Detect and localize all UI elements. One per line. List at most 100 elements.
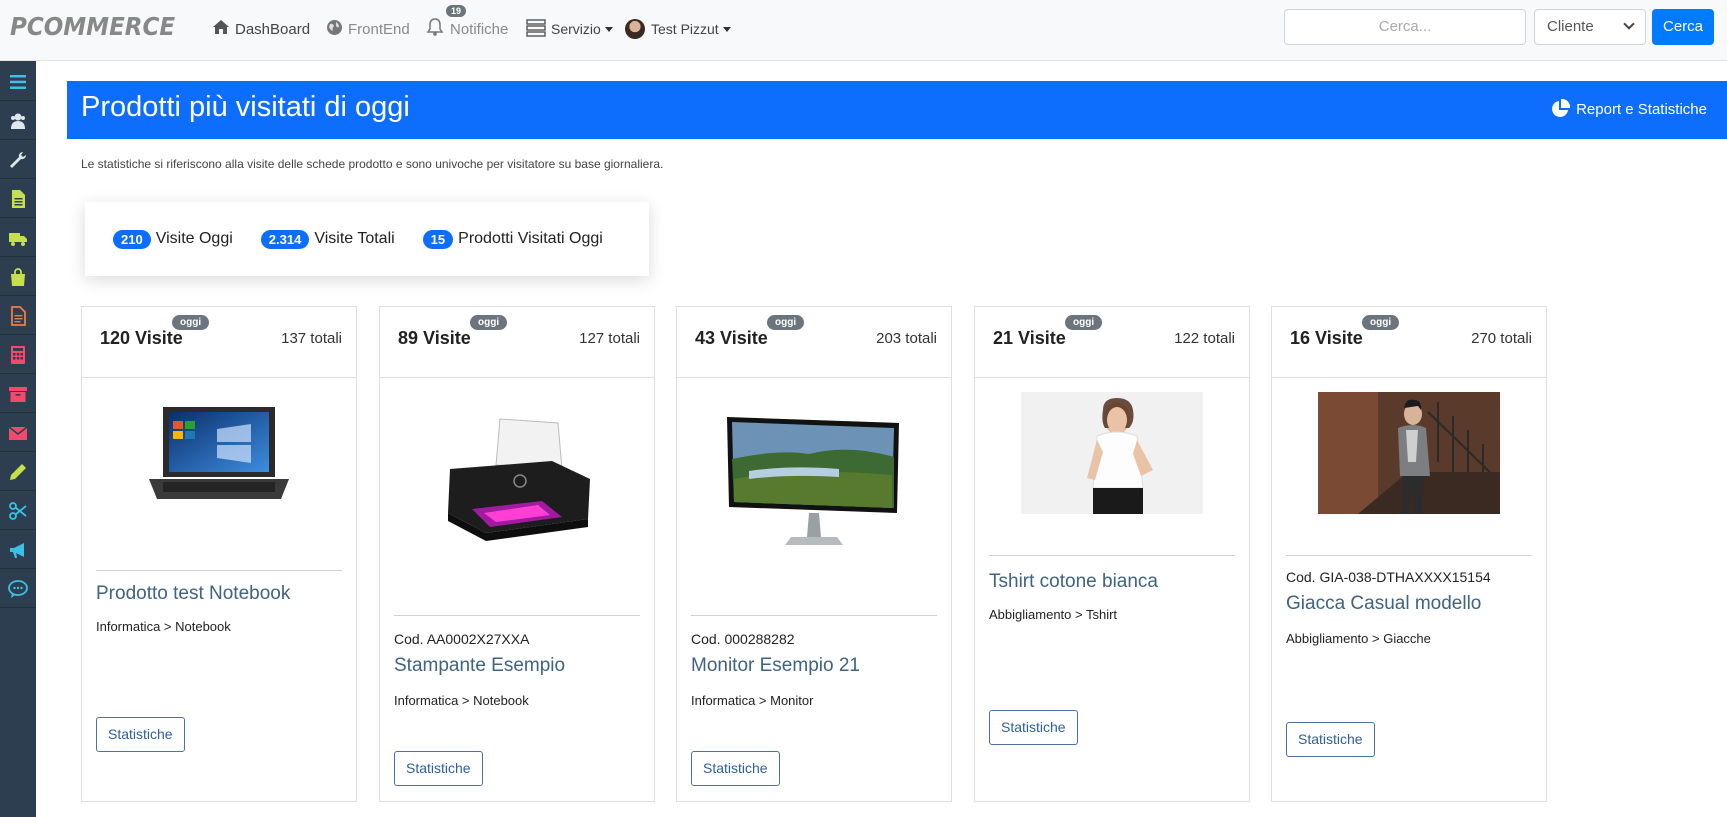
sidebar-item-menu[interactable] [0,63,36,101]
nav-servizio-dropdown[interactable]: Servizio [526,16,613,42]
search-type-value: Cliente [1547,18,1594,35]
product-name-link[interactable]: Prodotto test Notebook [96,583,290,605]
sidebar-item-pencil[interactable] [0,453,36,491]
product-name-link[interactable]: Stampante Esempio [394,655,565,677]
brand-logo[interactable]: PCOMMERCE [10,12,175,41]
stat-label: Visite Totali [314,230,395,247]
sidebar-item-shopping-bag[interactable] [0,258,36,296]
document-icon [12,189,25,208]
nav-frontend-label: FrontEnd [348,20,410,38]
product-image[interactable] [975,392,1249,514]
report-link-label: Report e Statistiche [1576,100,1707,118]
stat-value-badge: 15 [422,229,454,249]
product-image[interactable] [380,409,654,549]
card-visits-total: 127 totali [579,330,640,347]
sidebar-item-scissors[interactable] [0,492,36,530]
sidebar-item-megaphone[interactable] [0,531,36,569]
product-card: 16 Visite oggi 270 totali Cod. GIA-038-D… [1271,306,1547,802]
statistiche-button[interactable]: Statistiche [394,751,483,786]
product-image[interactable] [82,399,356,509]
globe-icon [326,19,343,40]
product-card: 43 Visite oggi 203 totali Cod. 000288282… [676,306,952,802]
stats-summary: 210 Visite Oggi 2.314 Visite Totali 15 P… [85,202,649,276]
product-category: Informatica > Notebook [394,693,529,708]
oggi-badge: oggi [1362,315,1400,330]
card-visits-today: 89 Visite [398,328,471,348]
megaphone-icon [10,542,24,558]
sidebar-item-calculator[interactable] [0,336,36,374]
chevron-down-icon [722,26,731,32]
nav-user-label: Test Pizzut [651,21,719,37]
stat-value-badge: 2.314 [260,229,310,249]
stat-prodotti-visitati: 15 Prodotti Visitati Oggi [422,229,603,249]
product-card: 21 Visite oggi 122 totali Tshirt cotone … [974,306,1250,802]
nav-notifiche-label: Notifiche [450,20,509,38]
sidebar-item-users[interactable] [0,102,36,140]
sidebar-item-document[interactable] [0,180,36,218]
sidebar-item-envelope[interactable] [0,414,36,452]
product-code: Cod. AA0002X27XXA [394,631,530,647]
oggi-badge: oggi [1065,315,1103,330]
card-header: 16 Visite oggi 270 totali [1272,307,1546,378]
card-visits-total: 137 totali [281,330,342,347]
search-input[interactable]: Cerca... [1284,9,1526,45]
product-image[interactable] [677,409,951,559]
card-visits-today: 43 Visite [695,328,768,348]
stat-value-badge: 210 [113,229,151,249]
sidebar-item-chat[interactable] [0,570,36,608]
card-visits-today: 16 Visite [1290,328,1363,348]
intro-text: Le statistiche si riferiscono alla visit… [81,157,664,171]
product-category: Informatica > Notebook [96,619,231,634]
card-divider [1286,555,1532,556]
product-code: Cod. GIA-038-DTHAXXXX15154 [1286,569,1491,585]
sidebar [0,61,36,817]
card-header: 43 Visite oggi 203 totali [677,307,951,378]
calculator-icon [11,345,25,364]
nav-dashboard[interactable]: DashBoard [212,16,310,42]
product-image[interactable] [1272,392,1546,514]
stat-label: Visite Oggi [155,230,233,247]
page-header: Prodotti più visitati di oggi Report e S… [67,81,1727,139]
nav-dashboard-label: DashBoard [235,20,311,38]
oggi-badge: oggi [767,315,805,330]
chat-icon [8,579,28,598]
top-navbar: PCOMMERCE DashBoard FrontEnd Notifiche 1… [0,0,1727,61]
page-title: Prodotti più visitati di oggi [81,91,410,123]
statistiche-button[interactable]: Statistiche [989,710,1078,745]
product-category: Abbigliamento > Giacche [1286,631,1431,646]
sidebar-item-invoice[interactable] [0,297,36,335]
report-statistiche-link[interactable]: Report e Statistiche [1550,99,1707,119]
statistiche-button[interactable]: Statistiche [691,751,780,786]
product-card: 89 Visite oggi 127 totali Cod. AA0002X27… [379,306,655,802]
nav-notifiche[interactable]: Notifiche [425,16,508,42]
sidebar-item-wrench[interactable] [0,141,36,179]
chevron-down-icon [604,26,613,32]
card-header: 21 Visite oggi 122 totali [975,307,1249,378]
product-name-link[interactable]: Monitor Esempio 21 [691,655,860,677]
card-visits-total: 203 totali [876,330,937,347]
product-card: 120 Visite oggi 137 totali Prodotto test… [81,306,357,802]
server-icon [526,18,546,40]
nav-frontend[interactable]: FrontEnd [326,16,410,42]
pencil-icon [10,463,26,480]
users-icon [11,113,25,129]
search-button[interactable]: Cerca [1652,9,1714,45]
card-divider [989,555,1235,556]
menu-icon [10,74,26,89]
nav-user-dropdown[interactable]: Test Pizzut [625,16,731,42]
product-category: Abbigliamento > Tshirt [989,607,1118,622]
archive-icon [9,386,27,402]
stat-visite-oggi: 210 Visite Oggi [113,229,233,249]
sidebar-item-archive[interactable] [0,375,36,413]
stat-visite-totali: 2.314 Visite Totali [260,229,395,249]
search-type-select[interactable]: Cliente [1534,9,1646,45]
stat-label: Prodotti Visitati Oggi [458,230,603,247]
chevron-down-icon [1623,18,1635,30]
statistiche-button[interactable]: Statistiche [1286,722,1375,757]
product-name-link[interactable]: Tshirt cotone bianca [989,571,1158,593]
sidebar-item-truck[interactable] [0,219,36,257]
statistiche-button[interactable]: Statistiche [96,717,185,752]
product-name-link[interactable]: Giacca Casual modello [1286,593,1481,615]
card-visits-today: 120 Visite [100,328,183,348]
home-icon [212,19,230,39]
